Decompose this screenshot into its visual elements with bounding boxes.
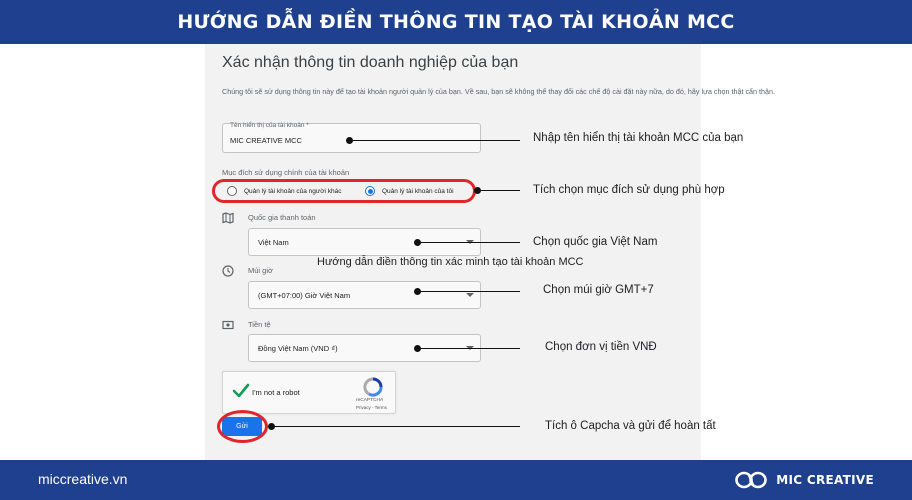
radio-manage-others-label: Quản lý tài khoản của người khác <box>244 188 342 195</box>
header-title: HƯỚNG DẪN ĐIỀN THÔNG TIN TẠO TÀI KHOẢN M… <box>177 11 735 33</box>
check-icon[interactable] <box>232 383 250 399</box>
annotation-timezone: Chọn múi giờ GMT+7 <box>543 284 654 296</box>
clock-icon <box>222 265 234 277</box>
radio-manage-mine-label: Quản lý tài khoản của tôi <box>382 188 454 195</box>
purpose-label: Mục đích sử dụng chính của tài khoản <box>222 168 350 177</box>
annotation-line-country <box>417 242 520 244</box>
annotation-submit: Tích ô Capcha và gửi để hoàn tất <box>545 420 716 432</box>
recaptcha-links[interactable]: Privacy - Terms <box>356 405 387 410</box>
radio-manage-others[interactable] <box>227 186 237 196</box>
annotation-line-purpose <box>477 190 520 192</box>
image-caption: Hướng dẫn điền thông tin xác minh tạo tà… <box>317 256 584 268</box>
mic-creative-logo-icon <box>735 471 768 489</box>
form-description: Chúng tôi sẽ sử dụng thông tin này để tạ… <box>222 87 776 96</box>
currency-label: Tiền tệ <box>248 320 271 329</box>
annotation-line-name <box>349 140 520 142</box>
footer-bar: miccreative.vn MIC CREATIVE <box>0 460 912 500</box>
footer-website[interactable]: miccreative.vn <box>38 471 127 487</box>
country-value: Việt Nam <box>258 238 289 247</box>
footer-brand: MIC CREATIVE <box>734 469 874 491</box>
timezone-chevron-down-icon <box>466 293 474 297</box>
annotation-line-submit <box>271 426 520 428</box>
account-name-label: Tên hiển thị của tài khoản * <box>230 122 309 129</box>
timezone-label: Múi giờ <box>248 266 273 275</box>
recaptcha-brand: reCAPTCHA <box>356 398 384 403</box>
annotation-name: Nhập tên hiển thị tài khoản MCC của bạn <box>533 132 744 144</box>
account-name-value: MIC CREATIVE MCC <box>230 136 302 145</box>
recaptcha-label: I'm not a robot <box>252 388 300 397</box>
recaptcha-widget: I'm not a robot reCAPTCHA Privacy - Term… <box>222 371 396 414</box>
annotation-line-timezone <box>417 291 520 293</box>
annotation-line-currency <box>417 348 520 350</box>
recaptcha-logo-icon <box>363 377 383 397</box>
radio-manage-mine[interactable] <box>365 186 375 196</box>
currency-icon <box>222 320 234 330</box>
submit-highlight <box>217 410 268 443</box>
header-bar: HƯỚNG DẪN ĐIỀN THÔNG TIN TẠO TÀI KHOẢN M… <box>0 0 912 44</box>
annotation-country: Chọn quốc gia Việt Nam <box>533 236 658 248</box>
form-title: Xác nhận thông tin doanh nghiệp của bạn <box>222 54 519 71</box>
country-label: Quốc gia thanh toán <box>248 213 316 222</box>
map-icon <box>222 212 234 224</box>
annotation-purpose: Tích chọn mục đích sử dụng phù hợp <box>533 184 725 196</box>
annotation-currency: Chọn đơn vị tiền VNĐ <box>545 341 657 353</box>
currency-value: Đồng Việt Nam (VND ₫) <box>258 344 338 353</box>
timezone-value: (GMT+07:00) Giờ Việt Nam <box>258 291 351 300</box>
footer-brand-name: MIC CREATIVE <box>776 473 874 487</box>
